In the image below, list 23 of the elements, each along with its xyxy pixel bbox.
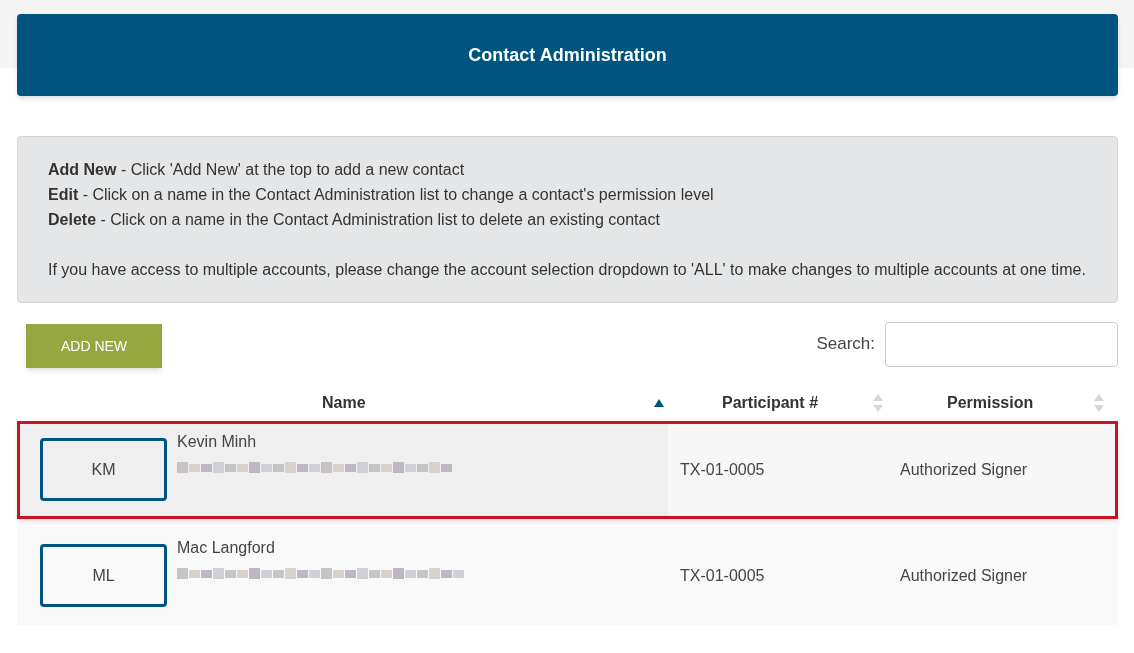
column-header[interactable]: Permission	[947, 391, 1094, 415]
search-field[interactable]	[885, 321, 1118, 367]
contact-name[interactable]: Kevin Minh	[177, 430, 453, 454]
sort-icon[interactable]	[873, 394, 883, 412]
column-header[interactable]: Name	[322, 391, 654, 415]
instruction-line: Add New - Click 'Add New' at the top to add a new contact	[48, 160, 466, 180]
contact-row[interactable]: ML Mac Langford TX-01-0005 Authorized Signer	[17, 527, 1118, 625]
permission-level: Authorized Signer	[900, 566, 1028, 586]
instruction-note: If you have access to multiple accounts, please change the account selection dropdown to 'ALL' to make changes to multiple accounts at one time.	[48, 260, 1087, 280]
page-title: Contact Administration	[468, 43, 667, 67]
sort-ascending-icon[interactable]	[654, 399, 664, 407]
sort-icon[interactable]	[1094, 394, 1104, 412]
search-label: Search:	[816, 333, 875, 356]
contact-row[interactable]: KM Kevin Minh TX-01-0005 Authorized Signer	[17, 421, 1118, 519]
initials-avatar: KM	[40, 438, 167, 501]
participant-number: TX-01-0005	[680, 566, 765, 586]
permission-level: Authorized Signer	[900, 460, 1028, 480]
participant-number: TX-01-0005	[680, 460, 765, 480]
column-header[interactable]: Participant #	[722, 391, 873, 415]
instruction-line: Delete - Click on a name in the Contact Administration list to delete an existing contact	[48, 210, 661, 230]
contact-name[interactable]: Mac Langford	[177, 536, 473, 560]
instruction-line: Edit - Click on a name in the Contact Administration list to change a contact's permission level	[48, 185, 715, 205]
initials-avatar: ML	[40, 544, 167, 607]
